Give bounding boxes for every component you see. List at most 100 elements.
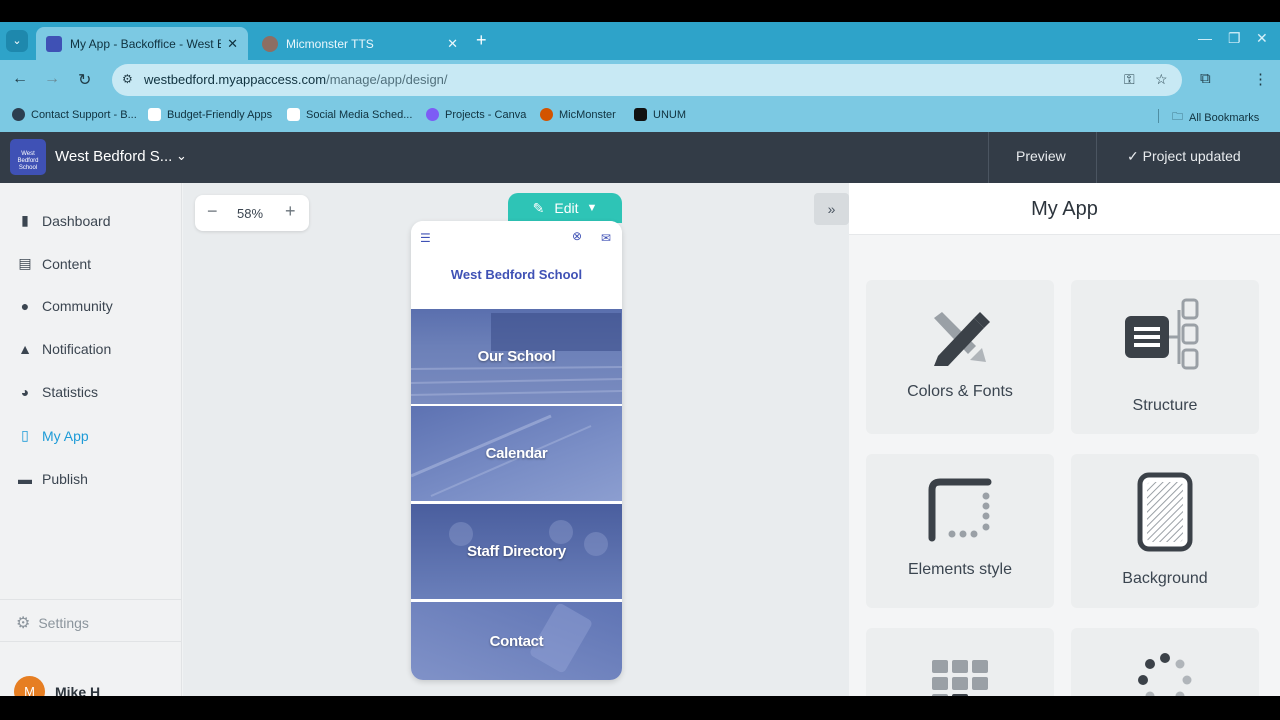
- bookmark-item[interactable]: MicMonster: [540, 108, 616, 121]
- micmonster-icon: [540, 108, 553, 121]
- sidebar-item-dashboard[interactable]: ▮ Dashboard: [16, 212, 110, 229]
- preview-button[interactable]: Preview: [1016, 148, 1066, 164]
- divider: [1158, 109, 1159, 123]
- chevron-down-icon[interactable]: ⌄: [176, 148, 187, 164]
- card-label: Elements style: [907, 561, 1013, 578]
- app-header: West Bedford School West Bedford S... ⌄ …: [0, 132, 1280, 183]
- tile-label: Our School: [477, 348, 556, 365]
- phone-icon: ▯: [21, 427, 29, 443]
- browser-tab-bar: ⌄ My App - Backoffice - West Bed ✕ Micmo…: [0, 22, 1280, 60]
- bookmark-item[interactable]: Social Media Sched...: [287, 108, 412, 121]
- minimize-icon[interactable]: —: [1198, 30, 1212, 46]
- tile-our-school[interactable]: Our School: [411, 309, 622, 404]
- url-text: westbedford.myappaccess.com/manage/app/d…: [144, 72, 448, 87]
- sidebar-item-statistics[interactable]: ◕ Statistics: [16, 384, 98, 400]
- design-panel: My App Colors & Fonts Structure Elements…: [849, 183, 1280, 696]
- bar-chart-icon: ▮: [21, 212, 29, 228]
- pencil-ruler-icon: [934, 312, 990, 366]
- card-label: Background: [1122, 570, 1208, 587]
- tile-calendar[interactable]: Calendar: [411, 406, 622, 501]
- user-name[interactable]: Mike H: [55, 684, 100, 696]
- card-background[interactable]: Background: [1071, 454, 1259, 608]
- divider: [1096, 132, 1097, 183]
- bookmark-item[interactable]: UNUM: [634, 108, 686, 121]
- design-canvas: − 58% + ✎ Edit ▼ ☰ ⊗ ✉ West Bedford Scho…: [183, 183, 849, 696]
- micmonster-favicon-icon: [262, 35, 278, 52]
- sidebar-item-settings[interactable]: ⚙ Settings: [16, 613, 89, 633]
- elements-style-icon: [928, 478, 992, 542]
- close-circle-icon[interactable]: ⊗: [572, 229, 582, 243]
- edit-button[interactable]: ✎ Edit ▼: [508, 193, 622, 223]
- tab-micmonster[interactable]: Micmonster TTS ✕: [252, 27, 468, 60]
- sidebar-item-community[interactable]: ● Community: [16, 298, 113, 314]
- bookmark-icon: [287, 108, 300, 121]
- card-loading[interactable]: [1071, 628, 1259, 696]
- collapse-panel-button[interactable]: »: [814, 193, 849, 225]
- bookmarks-bar: Contact Support - B... Budget-Friendly A…: [0, 100, 1280, 132]
- all-bookmarks[interactable]: 🗀 All Bookmarks: [1172, 108, 1259, 127]
- forward-icon[interactable]: →: [44, 70, 60, 88]
- close-window-icon[interactable]: ✕: [1256, 30, 1268, 47]
- sidebar-item-publish[interactable]: ▬ Publish: [16, 471, 88, 487]
- background-phone-icon: [1137, 472, 1193, 552]
- zoom-out-button[interactable]: −: [207, 201, 218, 222]
- folder-icon: 🗀: [1172, 111, 1183, 123]
- store-icon: ▬: [18, 471, 32, 487]
- sidebar-item-notification[interactable]: ▲ Notification: [16, 341, 111, 357]
- avatar[interactable]: M: [14, 676, 45, 696]
- grid-layout-icon: [932, 660, 988, 696]
- phone-header: ☰ ⊗ ✉ West Bedford School: [411, 221, 622, 309]
- tab-search-button[interactable]: ⌄: [6, 30, 28, 52]
- restore-icon[interactable]: ❐: [1228, 30, 1241, 47]
- canva-icon: [426, 108, 439, 121]
- close-tab-icon[interactable]: ✕: [447, 36, 458, 52]
- tile-staff-directory[interactable]: Staff Directory: [411, 504, 622, 599]
- divider: [0, 599, 182, 600]
- screen: ⌄ My App - Backoffice - West Bed ✕ Micmo…: [0, 22, 1280, 696]
- bookmark-star-icon[interactable]: ☆: [1155, 71, 1168, 88]
- zoom-control: − 58% +: [195, 195, 309, 231]
- sidebar-item-content[interactable]: ▤ Content: [16, 255, 91, 272]
- sidebar-item-my-app[interactable]: ▯ My App: [16, 427, 89, 444]
- bookmark-item[interactable]: Contact Support - B...: [12, 108, 137, 121]
- password-key-icon[interactable]: ⚿: [1124, 71, 1135, 88]
- bell-icon: ▲: [18, 341, 32, 357]
- reload-icon[interactable]: ↻: [78, 70, 91, 90]
- phone-preview[interactable]: ☰ ⊗ ✉ West Bedford School Our School Cal…: [411, 221, 622, 680]
- card-colors-fonts[interactable]: Colors & Fonts: [866, 280, 1054, 434]
- app-switcher-label[interactable]: West Bedford S...: [55, 148, 172, 165]
- bookmark-item[interactable]: Budget-Friendly Apps: [148, 108, 272, 121]
- hamburger-menu-icon[interactable]: ☰: [420, 231, 431, 245]
- tab-title: Micmonster TTS: [286, 36, 374, 51]
- site-info-icon[interactable]: ⚙: [122, 72, 133, 86]
- card-elements-style[interactable]: Elements style: [866, 454, 1054, 608]
- sidebar: ▮ Dashboard ▤ Content ● Community ▲ Notifica…: [0, 183, 182, 696]
- divider: [988, 132, 989, 183]
- new-tab-button[interactable]: +: [476, 30, 487, 50]
- checkmark-icon: ✓: [1127, 148, 1143, 164]
- tab-title: My App - Backoffice - West Bed: [70, 36, 222, 51]
- close-tab-icon[interactable]: ✕: [227, 36, 238, 52]
- tile-contact[interactable]: Contact: [411, 602, 622, 680]
- pencil-icon: ✎: [532, 199, 545, 216]
- school-logo: West Bedford School: [10, 139, 46, 175]
- address-bar[interactable]: ⚙ westbedford.myappaccess.com/manage/app…: [112, 64, 1182, 96]
- browser-menu-icon[interactable]: ⋮: [1253, 70, 1268, 88]
- card-structure[interactable]: Structure: [1071, 280, 1259, 434]
- extensions-icon[interactable]: ⧉: [1200, 70, 1211, 87]
- tab-my-app[interactable]: My App - Backoffice - West Bed ✕: [36, 27, 248, 60]
- card-grid-layout[interactable]: [866, 628, 1054, 696]
- bookmark-item[interactable]: Projects - Canva: [426, 108, 526, 121]
- tile-label: Contact: [489, 632, 544, 650]
- card-label: Colors & Fonts: [907, 383, 1013, 400]
- tile-label: Calendar: [485, 445, 548, 462]
- panel-title: My App: [1031, 198, 1098, 220]
- phone-app-title: West Bedford School: [450, 267, 583, 282]
- back-icon[interactable]: ←: [12, 70, 28, 88]
- zoom-in-button[interactable]: +: [285, 201, 296, 222]
- structure-tree-icon: [1125, 298, 1199, 370]
- unum-icon: [634, 108, 647, 121]
- card-label: Structure: [1132, 397, 1198, 414]
- project-status: ✓ Project updated: [1127, 148, 1241, 164]
- envelope-icon[interactable]: ✉: [601, 231, 611, 245]
